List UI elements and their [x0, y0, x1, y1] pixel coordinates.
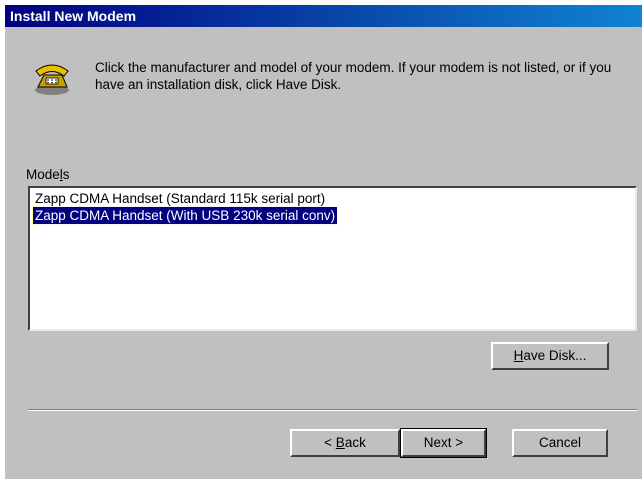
instruction-text: Click the manufacturer and model of your…	[95, 60, 612, 92]
install-modem-dialog: Install New Modem Click the manufacturer…	[5, 5, 642, 479]
title-bar: Install New Modem	[5, 5, 642, 27]
telephone-modem-icon	[32, 57, 72, 97]
list-item[interactable]: Zapp CDMA Handset (Standard 115k serial …	[33, 190, 327, 207]
models-label: Models	[26, 167, 70, 182]
next-button[interactable]: Next >	[400, 428, 487, 458]
list-item-selected[interactable]: Zapp CDMA Handset (With USB 230k serial …	[31, 206, 339, 225]
models-listbox[interactable]: Zapp CDMA Handset (Standard 115k serial …	[28, 186, 637, 331]
button-separator	[28, 409, 637, 411]
back-button[interactable]: < Back	[290, 429, 400, 457]
cancel-button[interactable]: Cancel	[512, 429, 608, 457]
window-title: Install New Modem	[10, 8, 137, 24]
have-disk-button[interactable]: Have Disk...	[491, 342, 609, 370]
